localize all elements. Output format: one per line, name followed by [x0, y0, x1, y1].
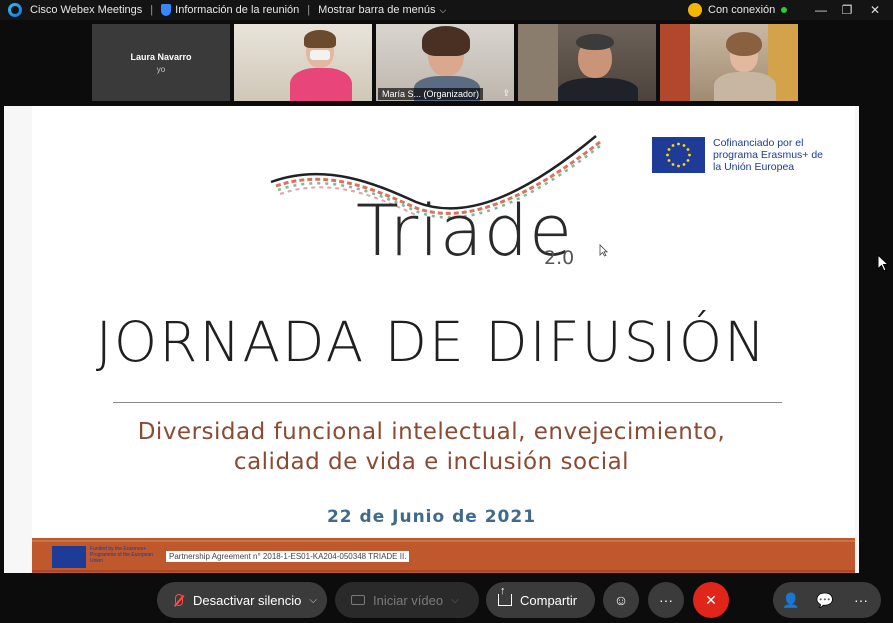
- minimize-button[interactable]: —: [808, 0, 834, 20]
- participant-name: María S... (Organizador): [378, 88, 484, 100]
- participants-button[interactable]: 👤: [773, 582, 809, 618]
- participant-tile[interactable]: [518, 24, 656, 101]
- panel-more-button[interactable]: ···: [841, 582, 881, 618]
- slide-title: JORNADA DE DIFUSIÓN: [95, 310, 768, 374]
- title-separator: |: [150, 4, 154, 16]
- microphone-muted-icon: [175, 594, 183, 606]
- eu-flag-icon: [52, 546, 86, 568]
- start-video-button[interactable]: Iniciar vídeo ⌵: [335, 582, 479, 618]
- slide-cursor-icon: [599, 244, 608, 257]
- footer-agreement-text: Partnership Agreement n° 2018-1-ES01-KA2…: [166, 551, 410, 562]
- connection-status[interactable]: Con conexión: [684, 0, 791, 20]
- participant-tile[interactable]: [660, 24, 798, 101]
- smiley-icon: ☺: [613, 592, 629, 608]
- more-icon: ···: [854, 592, 868, 608]
- slide-subtitle-line: calidad de vida e inclusión social: [233, 449, 630, 475]
- connected-dot-icon: [781, 7, 788, 13]
- slide-footer: Funded by the Erasmus+ Programme of the …: [32, 538, 855, 573]
- share-indicator-icon: ⇪: [502, 88, 510, 98]
- share-label: Compartir: [520, 592, 578, 608]
- shared-slide: Cofinanciado por el programa Erasmus+ de…: [4, 106, 859, 573]
- slide-date: 22 de Junio de 2021: [326, 507, 537, 527]
- meeting-info-label: Información de la reunión: [175, 4, 300, 16]
- participants-icon: 👤: [782, 591, 800, 608]
- meeting-info-button[interactable]: Información de la reunión: [157, 0, 303, 20]
- triade-logo-version: 2.0: [544, 247, 575, 269]
- participant-tile-self[interactable]: Laura Navarro yo: [92, 24, 230, 101]
- title-separator: |: [307, 4, 311, 16]
- end-meeting-button[interactable]: ✕: [693, 582, 729, 618]
- chevron-down-icon[interactable]: ⌵: [309, 595, 317, 606]
- show-menu-button[interactable]: Mostrar barra de menús ⌵: [314, 0, 450, 20]
- share-icon: [498, 585, 512, 606]
- camera-off-icon: [351, 595, 365, 605]
- participant-tile-organizer[interactable]: María S... (Organizador) ⇪: [376, 24, 514, 101]
- webex-window: Cisco Webex Meetings | Información de la…: [0, 0, 893, 623]
- show-menu-label: Mostrar barra de menús: [318, 4, 436, 16]
- connection-status-label: Con conexión: [708, 4, 776, 16]
- connection-status-icon: [688, 3, 702, 17]
- chat-button[interactable]: 💬: [807, 582, 843, 618]
- app-name: Cisco Webex Meetings: [30, 4, 143, 16]
- chat-icon: 💬: [816, 591, 834, 608]
- more-options-button[interactable]: ···: [648, 582, 684, 618]
- meeting-controls: Desactivar silencio ⌵ Iniciar vídeo ⌵ Co…: [0, 573, 893, 623]
- mouse-cursor-icon: [877, 254, 889, 272]
- slide-subtitle: Diversidad funcional intelectual, enveje…: [4, 417, 859, 477]
- participant-tile[interactable]: [234, 24, 372, 101]
- slide-subtitle-line: Diversidad funcional intelectual, enveje…: [137, 419, 726, 445]
- chevron-down-icon[interactable]: ⌵: [451, 595, 459, 606]
- unmute-button[interactable]: Desactivar silencio ⌵: [157, 582, 327, 618]
- close-icon: ✕: [705, 591, 717, 608]
- chevron-down-icon: ⌵: [439, 4, 447, 15]
- shield-icon: [161, 4, 172, 16]
- participant-self-label: yo: [156, 64, 166, 74]
- participant-name: Laura Navarro: [130, 51, 192, 62]
- eu-cofunded-text: Cofinanciado por el programa Erasmus+ de…: [713, 137, 824, 173]
- participant-strip: Laura Navarro yo María S... (Organizador…: [0, 20, 893, 106]
- reactions-button[interactable]: ☺: [603, 582, 639, 618]
- footer-funded-text: Funded by the Erasmus+ Programme of the …: [90, 546, 154, 564]
- share-button[interactable]: Compartir: [486, 582, 595, 618]
- eu-cofunded-logo: Cofinanciado por el programa Erasmus+ de…: [652, 137, 825, 173]
- triade-logo-word: Triade: [356, 190, 574, 272]
- webex-logo-icon: [8, 3, 22, 17]
- start-video-label: Iniciar vídeo: [373, 592, 444, 608]
- more-icon: ···: [659, 592, 673, 608]
- close-window-button[interactable]: ✕: [862, 0, 888, 20]
- title-bar: Cisco Webex Meetings | Información de la…: [0, 0, 893, 20]
- eu-flag-icon: [652, 137, 705, 173]
- restore-button[interactable]: ❐: [834, 0, 860, 20]
- slide-divider: [113, 402, 782, 403]
- unmute-label: Desactivar silencio: [193, 592, 302, 608]
